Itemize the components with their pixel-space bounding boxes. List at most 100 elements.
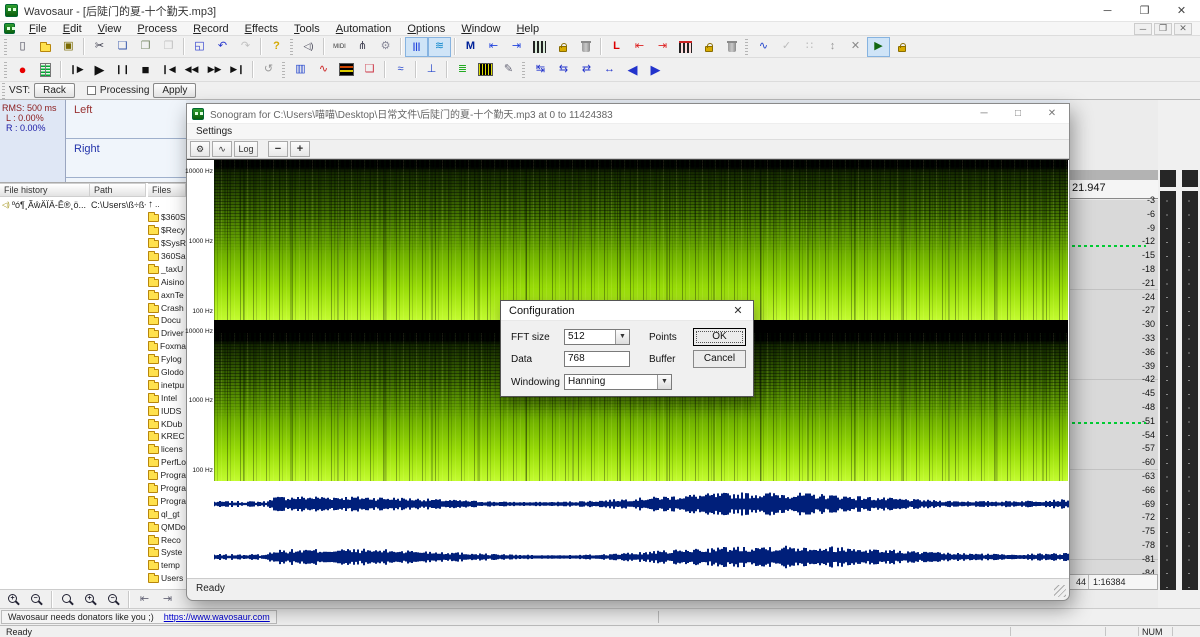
log-scale-button[interactable]: Log xyxy=(234,141,258,157)
folder-item[interactable]: temp xyxy=(148,559,186,572)
envelope-points-button[interactable]: ∷ xyxy=(798,37,821,57)
midi-patch-button[interactable]: ⋔ xyxy=(351,37,374,57)
vst-apply-button[interactable]: Apply xyxy=(153,83,196,98)
paste-special-button[interactable]: ❐ xyxy=(157,37,180,57)
zoom-selection-button[interactable] xyxy=(56,589,79,609)
sonogram-close-button[interactable]: ✕ xyxy=(1035,104,1069,124)
vst-rack-button[interactable]: Rack xyxy=(34,83,75,98)
folder-item[interactable]: Foxma xyxy=(148,340,186,353)
select-view-button[interactable]: ≋ xyxy=(428,37,451,57)
folder-item[interactable]: Reco xyxy=(148,533,186,546)
cancel-button[interactable]: Cancel xyxy=(693,350,746,368)
menu-process[interactable]: Process xyxy=(129,22,185,36)
record-button[interactable]: ● xyxy=(11,60,34,80)
go-to-start-button[interactable]: ❙◀ xyxy=(157,60,180,80)
folder-item[interactable]: Aisino xyxy=(148,275,186,288)
folder-item[interactable]: _taxU xyxy=(148,262,186,275)
settings-wrench-button[interactable]: ⚙ xyxy=(374,37,397,57)
delete-loop-button[interactable] xyxy=(720,37,743,57)
copy-to-new-button[interactable]: ▥ xyxy=(289,60,312,80)
rewind-button[interactable]: ◀◀ xyxy=(180,60,203,80)
select-channels-button[interactable]: ||| xyxy=(405,37,428,57)
donation-link[interactable]: https://www.wavosaur.com xyxy=(164,612,270,622)
zoom-all-button[interactable]: ↔ xyxy=(598,60,621,80)
folder-item[interactable]: Fylog xyxy=(148,353,186,366)
lock-markers-button[interactable] xyxy=(551,37,574,57)
files-header[interactable]: Files xyxy=(148,183,186,197)
folder-item[interactable]: KREC xyxy=(148,430,186,443)
dialog-title-bar[interactable]: Configuration ✕ xyxy=(501,301,753,321)
folder-item[interactable]: Intel xyxy=(148,391,186,404)
loop-playback-button[interactable]: ↺ xyxy=(257,60,280,80)
play-button[interactable]: ▶ xyxy=(88,60,111,80)
pause-button[interactable]: ❙❙ xyxy=(111,60,134,80)
resize-grip[interactable] xyxy=(1054,585,1066,597)
envelope-clear-button[interactable]: ✕ xyxy=(844,37,867,57)
copy-button[interactable]: ❏ xyxy=(111,37,134,57)
folder-item[interactable]: Progra xyxy=(148,482,186,495)
lock-envelope-button[interactable] xyxy=(890,37,913,57)
folder-item[interactable]: Syste xyxy=(148,546,186,559)
zoom-out-button[interactable]: − xyxy=(25,589,48,609)
file-history-header[interactable]: File history xyxy=(0,183,90,197)
envelope-draw-button[interactable]: ∿ xyxy=(752,37,775,57)
ok-button[interactable]: OK xyxy=(693,328,746,346)
selection-right-button[interactable]: ▶ xyxy=(644,60,667,80)
level-meter-button[interactable] xyxy=(34,60,57,80)
go-to-end-button[interactable]: ▶❙ xyxy=(226,60,249,80)
sonogram-minimize-button[interactable]: ─ xyxy=(967,104,1001,124)
zoom-in-button[interactable]: + xyxy=(2,589,25,609)
sonogram-settings-wrench-button[interactable]: ⚙ xyxy=(190,141,210,157)
marker-button[interactable]: M xyxy=(459,37,482,57)
dialog-close-button[interactable]: ✕ xyxy=(723,304,753,317)
waveform-view-button[interactable]: ≈ xyxy=(389,60,412,80)
sonogram-live-button[interactable] xyxy=(474,60,497,80)
new-file-button[interactable]: ▯ xyxy=(11,37,34,57)
data-buffer-input[interactable]: 768 xyxy=(564,351,630,367)
folder-item[interactable]: licens xyxy=(148,443,186,456)
envelope-apply-button[interactable]: ✓ xyxy=(775,37,798,57)
zoom-vertical-in-button[interactable]: + xyxy=(79,589,102,609)
loop-marker-button[interactable]: L xyxy=(605,37,628,57)
folder-item[interactable]: $Recy xyxy=(148,224,186,237)
folder-item[interactable]: IUDS xyxy=(148,404,186,417)
menu-help[interactable]: Help xyxy=(508,22,547,36)
folder-item[interactable]: $SysR xyxy=(148,237,186,250)
midi-button[interactable]: MIDI xyxy=(328,37,351,57)
folder-item[interactable]: PerfLo xyxy=(148,456,186,469)
windowing-combobox[interactable]: Hanning ▼ xyxy=(564,374,672,390)
folder-item[interactable]: Docu xyxy=(148,314,186,327)
beat-detector-button[interactable]: ≣ xyxy=(451,60,474,80)
menu-record[interactable]: Record xyxy=(185,22,236,36)
zoom-in-horizontal-button[interactable]: ↹ xyxy=(529,60,552,80)
marker-bars-button[interactable] xyxy=(528,37,551,57)
sonogram-zoom-in-button[interactable]: + xyxy=(290,141,310,157)
play-from-cursor-button[interactable]: ❙▶ xyxy=(65,60,88,80)
toolbar-grip[interactable] xyxy=(290,39,293,55)
loop-start-button[interactable]: ⇤ xyxy=(628,37,651,57)
loop-bars-button[interactable] xyxy=(674,37,697,57)
selection-left-button[interactable]: ◀ xyxy=(621,60,644,80)
menu-file[interactable]: File xyxy=(21,22,55,36)
processing-checkbox[interactable] xyxy=(87,86,96,95)
menu-effects[interactable]: Effects xyxy=(237,22,286,36)
envelope-play-button[interactable]: ▶ xyxy=(867,37,890,57)
folder-item[interactable]: inetpu xyxy=(148,378,186,391)
undo-button[interactable]: ↶ xyxy=(211,37,234,57)
oscilloscope-button[interactable]: ❑ xyxy=(358,60,381,80)
menu-options[interactable]: Options xyxy=(399,22,453,36)
sonogram-zoom-out-button[interactable]: − xyxy=(268,141,288,157)
mdi-restore-button[interactable]: ❐ xyxy=(1154,23,1172,35)
menu-tools[interactable]: Tools xyxy=(286,22,328,36)
sonogram-menu-settings[interactable]: Settings xyxy=(187,124,1069,140)
chevron-down-icon[interactable]: ▼ xyxy=(615,330,629,344)
folder-item[interactable]: QMDo xyxy=(148,520,186,533)
mdi-close-button[interactable]: ✕ xyxy=(1174,23,1192,35)
audio-monitor-button[interactable]: ◁) xyxy=(297,37,320,57)
waveform-overview-left[interactable] xyxy=(214,490,1069,518)
menu-automation[interactable]: Automation xyxy=(328,22,400,36)
menu-window[interactable]: Window xyxy=(453,22,508,36)
waveform-overview-right[interactable] xyxy=(214,543,1069,571)
file-history-row[interactable]: ◁) ºó¶¸ÃŵÄÏÄ-Ê®¸ö... C:\Users\ß÷ß÷ xyxy=(0,198,146,211)
pencil-edit-button[interactable]: ✎ xyxy=(497,60,520,80)
